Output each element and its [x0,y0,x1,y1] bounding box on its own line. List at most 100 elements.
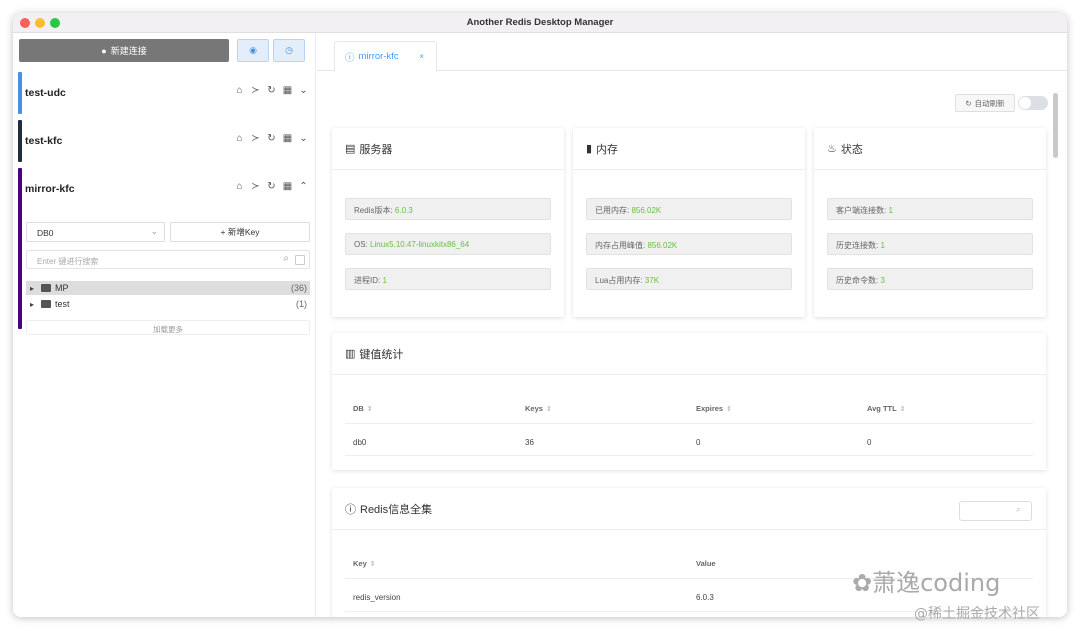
refresh-icon[interactable]: ↻ [266,133,277,144]
column-header-expires[interactable]: Expires ⇕ [696,404,732,413]
connection-color-bar [18,72,22,114]
auto-refresh-toggle[interactable] [1018,96,1048,110]
watermark-line1: ✿萧逸coding [852,563,1000,598]
status-button[interactable]: ◉ [237,39,269,62]
tree-folder-mp[interactable]: ▸ MP (36) [26,281,310,295]
item-label: Lua占用内存: [595,276,645,285]
status-card: ♨ 状态 客户端连接数: 1 历史连接数: 1 历史命令数: 3 [814,128,1046,317]
card-title: Redis信息全集 [360,503,433,516]
connection-color-bar [18,168,22,329]
grid-icon[interactable]: ▦ [282,181,293,192]
item-value: 6.0.3 [394,206,413,215]
chevron-down-icon[interactable]: ⌄ [298,133,309,144]
sort-icon[interactable]: ⇕ [546,406,552,413]
sort-icon[interactable]: ⇕ [367,406,373,413]
add-key-button[interactable]: + 新增Key [170,222,310,242]
tab-label: mirror-kfc [358,51,399,62]
card-title: 内存 [596,143,619,156]
add-key-label: 新增Key [227,227,260,237]
window-title: Another Redis Desktop Manager [466,17,614,28]
home-icon[interactable]: ⌂ [234,85,245,96]
item-value: 1 [382,276,387,285]
history-button[interactable]: ◷ [273,39,305,62]
terminal-icon[interactable]: ≻ [250,85,261,96]
column-header-keys[interactable]: Keys ⇕ [525,404,552,413]
divider [345,423,1033,424]
auto-refresh-label: 自动刷新 [974,98,1005,108]
folder-icon [41,284,51,292]
column-header-avg-ttl[interactable]: Avg TTL ⇕ [867,404,906,413]
table-cell: 36 [525,438,534,447]
column-header-db[interactable]: DB ⇕ [353,404,373,413]
item-label: 历史连接数: [836,241,881,250]
refresh-icon[interactable]: ↻ [266,181,277,192]
table-cell: redis_version [353,593,401,602]
key-search-input[interactable]: Enter 键进行搜索 ⌕ [26,250,310,269]
info-icon: ⓘ [345,52,355,64]
sort-icon[interactable]: ⇕ [726,406,732,413]
sort-icon[interactable]: ⇕ [900,406,906,413]
item-label: 内存占用峰值: [595,241,648,250]
caret-right-icon[interactable]: ▸ [26,284,38,293]
info-filter-input[interactable]: ⌕ [959,501,1032,521]
item-label: 已用内存: [595,206,632,215]
divider [345,455,1033,456]
tree-folder-test[interactable]: ▸ test (1) [26,297,310,311]
terminal-icon[interactable]: ≻ [250,181,261,192]
grid-icon[interactable]: ▦ [282,133,293,144]
home-icon[interactable]: ⌂ [234,181,245,192]
folder-icon [41,300,51,308]
watermark-line2: @稀土掘金技术社区 [914,606,1040,622]
new-connection-button[interactable]: ● 新建连接 [19,39,229,62]
connection-name: mirror-kfc [25,183,75,195]
folder-name: test [55,299,70,309]
caret-right-icon[interactable]: ▸ [26,300,38,309]
item-value: 1 [880,241,885,250]
connection-item-test-kfc[interactable]: test-kfc ⌂ ≻ ↻ ▦ ⌄ [18,120,313,162]
connection-name: test-udc [25,87,66,99]
table-cell: 0 [696,438,701,447]
refresh-icon[interactable]: ↻ [266,85,277,96]
folder-count: (1) [296,299,307,309]
wechat-icon: ✿ [852,569,873,597]
header-label: Keys [525,404,543,413]
item-value: 856.02K [631,206,662,215]
item-label: 客户端连接数: [836,206,889,215]
chevron-up-icon[interactable]: ⌃ [298,181,309,192]
search-icon: ⌕ [1016,505,1021,514]
load-more-button[interactable]: 加载更多 [26,320,310,335]
item-value: 1 [888,206,893,215]
terminal-icon[interactable]: ≻ [250,133,261,144]
connection-color-bar [18,120,22,162]
scrollbar[interactable] [1053,93,1058,158]
home-icon[interactable]: ⌂ [234,133,245,144]
info-item: 客户端连接数: 1 [827,198,1033,220]
info-item: 进程ID: 1 [345,268,551,290]
search-icon[interactable]: ⌕ [283,253,289,264]
column-header-key[interactable]: Key ⇕ [353,559,376,568]
chevron-down-icon[interactable]: ⌄ [298,85,309,96]
info-item: Redis版本: 6.0.3 [345,198,551,220]
card-title: 键值统计 [359,348,404,361]
grid-icon[interactable]: ▦ [282,85,293,96]
column-header-value: Value [696,559,716,568]
info-item: 历史连接数: 1 [827,233,1033,255]
memory-card: ▮ 内存 已用内存: 856.02K 内存占用峰值: 856.02K Lua占用内… [573,128,805,317]
search-placeholder: Enter 键进行搜索 [37,257,99,266]
header-label: DB [353,404,364,413]
sort-icon[interactable]: ⇕ [370,561,376,568]
close-tab-icon[interactable]: × [419,52,424,61]
auto-refresh-button[interactable]: ↻ 自动刷新 [955,94,1015,112]
tab-mirror-kfc[interactable]: ⓘ mirror-kfc × [334,41,437,72]
exact-match-checkbox[interactable] [295,255,305,265]
db-select[interactable]: DB0 ⌄ [26,222,165,242]
info-item: Lua占用内存: 37K [586,268,792,290]
card-title: 服务器 [359,143,393,156]
clock-icon: ◷ [285,45,293,55]
item-label: OS: [354,240,371,249]
item-label: 历史命令数: [836,276,881,285]
memory-icon: ▮ [586,143,593,155]
item-value: 37K [644,276,660,285]
connection-item-test-udc[interactable]: test-udc ⌂ ≻ ↻ ▦ ⌄ [18,72,313,114]
thermometer-icon: ♨ [827,143,837,155]
